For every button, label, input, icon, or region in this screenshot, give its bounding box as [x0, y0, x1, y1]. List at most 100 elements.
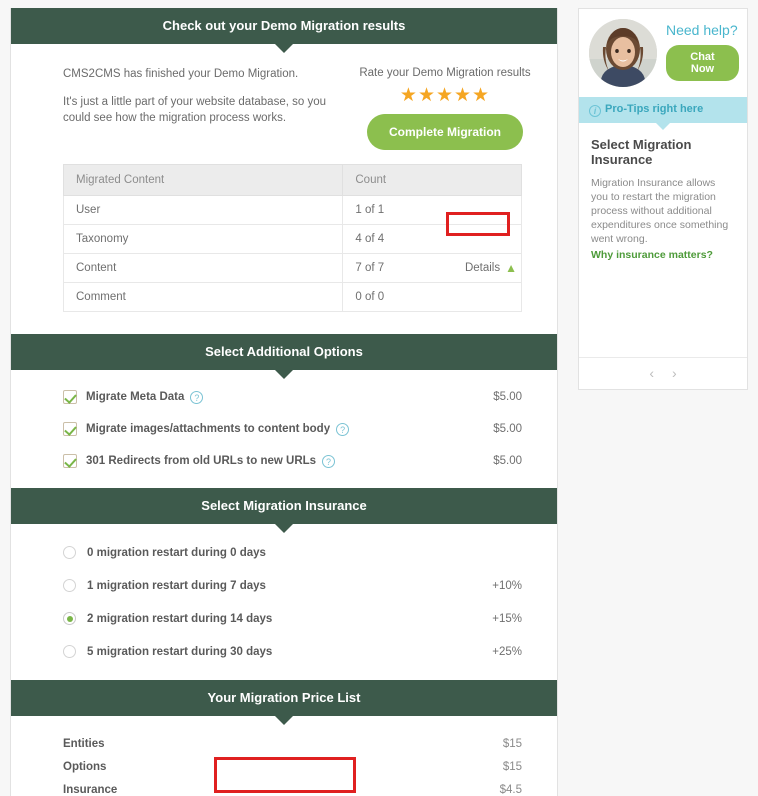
tip-content: Select Migration Insurance Migration Ins…: [579, 123, 747, 357]
price-row-insurance: Insurance $4.5: [63, 784, 522, 796]
radio-insurance-1[interactable]: [63, 579, 76, 592]
insurance-price-3: +25%: [492, 645, 522, 658]
column-header-migrated-content: Migrated Content: [62, 164, 344, 196]
table-row: Taxonomy 4 of 4: [62, 224, 522, 254]
price-list-section-header: Your Migration Price List: [11, 680, 557, 725]
results-intro: CMS2CMS has finished your Demo Migration…: [11, 44, 557, 158]
option-row-images[interactable]: Migrate images/attachments to content bo…: [63, 422, 522, 436]
price-row-options: Options $15: [63, 761, 522, 773]
header-notch-icon: [275, 716, 293, 725]
pro-tips-banner: i Pro-Tips right here: [579, 97, 747, 130]
column-header-count: Count: [342, 164, 522, 196]
banner-notch-icon: [656, 123, 670, 130]
page-root: Check out your Demo Migration results CM…: [0, 0, 758, 796]
need-help-label: Need help?: [666, 21, 738, 38]
options-section-header: Select Additional Options: [11, 334, 557, 379]
insurance-row-3[interactable]: 5 migration restart during 30 days +25%: [63, 645, 522, 658]
tip-title: Select Migration Insurance: [591, 137, 692, 167]
next-tip-icon[interactable]: ›: [672, 365, 677, 381]
price-list-section-body: Entities $15 Options $15 Insurance $4.5 …: [11, 716, 557, 796]
prev-tip-icon[interactable]: ‹: [649, 365, 654, 381]
row-name-taxonomy: Taxonomy: [62, 224, 344, 254]
info-icon: i: [589, 105, 601, 117]
intro-line-2: It's just a little part of your website …: [63, 96, 327, 124]
table-header-row: Migrated Content Count: [62, 164, 522, 196]
option-label-redirects: 301 Redirects from old URLs to new URLs: [86, 455, 317, 467]
row-name-comment: Comment: [62, 282, 344, 312]
content-details-toggle[interactable]: Details ▲: [465, 261, 517, 275]
star-rating-icon[interactable]: ★★★★★: [353, 86, 537, 106]
intro-line-1: CMS2CMS has finished your Demo Migration…: [63, 68, 299, 80]
rating-block: Rate your Demo Migration results ★★★★★ C…: [353, 66, 537, 150]
radio-insurance-0[interactable]: [63, 546, 76, 559]
help-cta-block: Need help? Chat Now: [657, 22, 739, 85]
row-count-user: 1 of 1: [342, 195, 522, 225]
insurance-row-2[interactable]: 2 migration restart during 14 days +15%: [63, 612, 522, 625]
header-notch-icon: [275, 370, 293, 379]
insurance-price-1: +10%: [492, 579, 522, 592]
support-agent-block: Need help? Chat Now: [579, 9, 747, 97]
option-label-images: Migrate images/attachments to content bo…: [86, 423, 331, 435]
migrated-content-table-wrap: Migrated Content Count User 1 of 1 Taxon…: [11, 158, 557, 334]
table-row: Comment 0 of 0: [62, 282, 522, 312]
chevron-up-icon: ▲: [505, 261, 517, 275]
price-value-options: $15: [502, 761, 522, 773]
results-header-label: Check out your Demo Migration results: [162, 18, 406, 33]
row-count-comment: 0 of 0: [342, 282, 522, 312]
price-list: Entities $15 Options $15 Insurance $4.5 …: [11, 716, 557, 796]
additional-options-list: Migrate Meta Data ? $5.00 Migrate images…: [11, 370, 557, 488]
price-row-entities: Entities $15: [63, 738, 522, 750]
help-icon[interactable]: ?: [322, 454, 336, 468]
checkbox-redirects[interactable]: [63, 454, 77, 468]
price-label-entities: Entities: [63, 738, 105, 750]
price-list-header-label: Your Migration Price List: [207, 690, 361, 705]
help-sidebar: Need help? Chat Now i Pro-Tips right here…: [578, 8, 748, 390]
results-section-body: CMS2CMS has finished your Demo Migration…: [11, 44, 557, 334]
content-details-label: Details: [464, 262, 501, 274]
tip-text: Migration Insurance allows you to restar…: [591, 177, 729, 245]
insurance-row-1[interactable]: 1 migration restart during 7 days +10%: [63, 579, 522, 592]
table-row: Content 7 of 7 Details ▲: [62, 253, 522, 283]
chat-now-button[interactable]: Chat Now: [666, 44, 739, 81]
options-section-body: Migrate Meta Data ? $5.00 Migrate images…: [11, 370, 557, 488]
option-price-meta-data: $5.00: [493, 391, 522, 403]
help-icon[interactable]: ?: [190, 390, 204, 404]
options-header-label: Select Additional Options: [205, 344, 363, 359]
price-value-entities: $15: [502, 738, 522, 750]
header-notch-icon: [275, 44, 293, 53]
insurance-options-list: 0 migration restart during 0 days 1 migr…: [11, 524, 557, 680]
radio-insurance-3[interactable]: [63, 645, 76, 658]
insurance-section-body: 0 migration restart during 0 days 1 migr…: [11, 524, 557, 680]
insurance-header-label: Select Migration Insurance: [201, 498, 367, 513]
complete-migration-button-top[interactable]: Complete Migration: [366, 114, 523, 150]
tip-navigation: ‹ ›: [579, 357, 747, 389]
avatar: [589, 19, 657, 87]
insurance-row-0[interactable]: 0 migration restart during 0 days: [63, 546, 522, 559]
row-count-taxonomy: 4 of 4: [342, 224, 522, 254]
option-row-meta-data[interactable]: Migrate Meta Data ? $5.00: [63, 390, 522, 404]
checkbox-meta-data[interactable]: [63, 390, 77, 404]
row-name-user: User: [62, 195, 344, 225]
insurance-label-0: 0 migration restart during 0 days: [87, 546, 266, 559]
radio-insurance-2[interactable]: [63, 612, 76, 625]
option-label-meta-data: Migrate Meta Data: [86, 391, 185, 403]
insurance-label-2: 2 migration restart during 14 days: [87, 612, 273, 625]
header-notch-icon: [275, 524, 293, 533]
insurance-price-2: +15%: [492, 612, 522, 625]
rating-label: Rate your Demo Migration results: [359, 67, 531, 79]
results-section-header: Check out your Demo Migration results: [11, 8, 557, 53]
price-label-options: Options: [63, 761, 107, 773]
checkbox-images[interactable]: [63, 422, 77, 436]
table-row: User 1 of 1: [62, 195, 522, 225]
insurance-label-1: 1 migration restart during 7 days: [87, 579, 266, 592]
row-count-content: 7 of 7: [355, 262, 385, 274]
insurance-label-3: 5 migration restart during 30 days: [87, 645, 273, 658]
tip-spacer: [591, 261, 735, 347]
row-name-content: Content: [62, 253, 344, 283]
why-insurance-matters-link[interactable]: Why insurance matters?: [591, 249, 735, 261]
intro-text-block: CMS2CMS has finished your Demo Migration…: [63, 66, 353, 150]
pro-tips-label: Pro-Tips right here: [605, 103, 704, 115]
option-price-redirects: $5.00: [493, 455, 522, 467]
option-row-redirects[interactable]: 301 Redirects from old URLs to new URLs …: [63, 454, 522, 468]
help-icon[interactable]: ?: [336, 422, 350, 436]
